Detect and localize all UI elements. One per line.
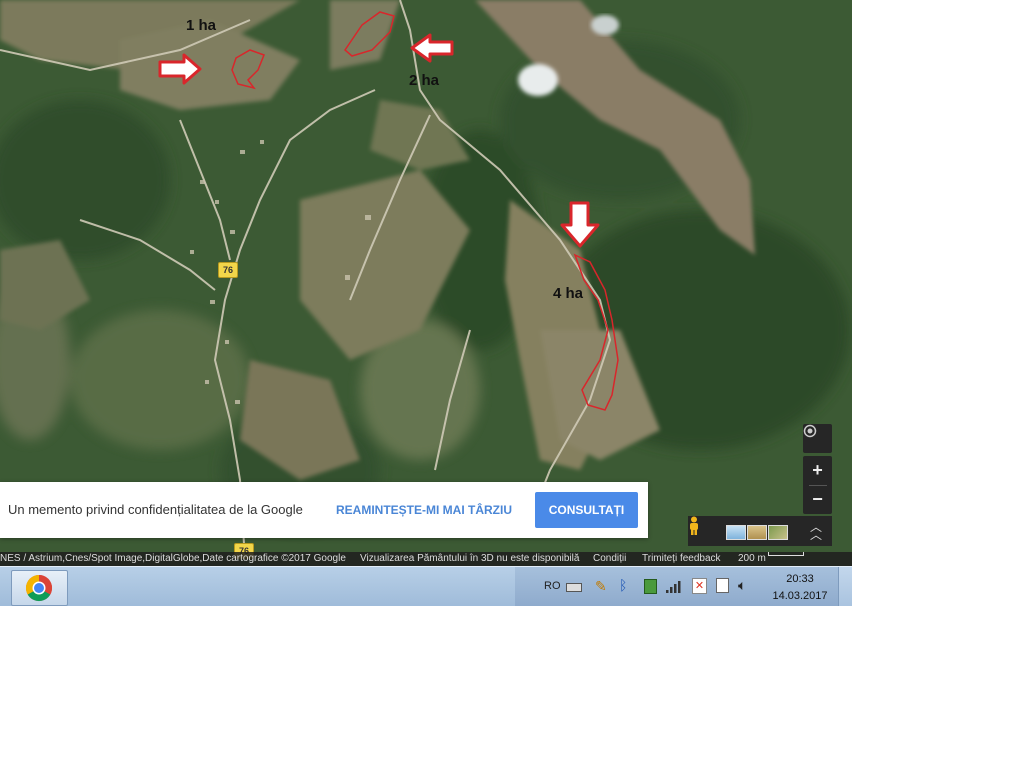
chrome-taskbar-button[interactable] bbox=[11, 570, 68, 606]
zoom-controls: + − bbox=[803, 456, 832, 514]
area-label-4ha: 4 ha bbox=[553, 285, 584, 302]
clipboard-icon[interactable] bbox=[716, 578, 729, 593]
attribution-bar: NES / Astrium,Cnes/Spot Image,DigitalGlo… bbox=[0, 552, 852, 566]
remind-later-button[interactable]: REAMINTEȘTE-MI MAI TÂRZIU bbox=[330, 496, 518, 524]
clock-date[interactable]: 14.03.2017 bbox=[770, 590, 830, 602]
map-type-thumbnail-terrain[interactable] bbox=[747, 525, 767, 540]
area-label-1ha: 1 ha bbox=[186, 17, 217, 34]
map-type-thumbnail-earth[interactable] bbox=[768, 525, 788, 540]
terms-link[interactable]: Condiții bbox=[593, 552, 626, 566]
bluetooth-icon[interactable]: ᛒ bbox=[619, 577, 627, 593]
privacy-reminder-text: Un memento privind confidențialitatea de… bbox=[8, 502, 303, 517]
pegman-icon[interactable] bbox=[688, 516, 700, 536]
pen-icon[interactable]: ✎ bbox=[595, 578, 607, 595]
scale-label[interactable]: 200 m bbox=[738, 552, 766, 566]
road-number-badge: 76 bbox=[218, 262, 238, 278]
action-center-flag-icon[interactable]: ✕ bbox=[692, 578, 707, 594]
signal-strength-icon[interactable] bbox=[666, 581, 682, 593]
send-feedback-link[interactable]: Trimiteți feedback bbox=[642, 552, 721, 566]
zoom-out-button[interactable]: − bbox=[803, 486, 832, 515]
area-label-2ha: 2 ha bbox=[409, 72, 440, 89]
taskbar: RO ✎ ᛒ ✕ 🔈︎ 20:33 14.03.2017 bbox=[0, 566, 852, 606]
zoom-in-button[interactable]: + bbox=[803, 456, 832, 485]
privacy-reminder-card: Un memento privind confidențialitatea de… bbox=[0, 482, 648, 538]
map-type-thumbnail-sky[interactable] bbox=[726, 525, 746, 540]
volume-icon[interactable]: 🔈︎ bbox=[738, 577, 746, 594]
keyboard-icon[interactable] bbox=[566, 583, 582, 592]
layers-bar: ︿ ︿ bbox=[688, 516, 832, 546]
satellite-map[interactable]: 1 ha 2 ha 4 ha 76 76 Un memento privind … bbox=[0, 0, 852, 566]
scale-bar bbox=[768, 552, 804, 556]
expand-chevron-icon[interactable]: ︿ ︿ bbox=[810, 521, 822, 541]
imagery-attribution: NES / Astrium,Cnes/Spot Image,DigitalGlo… bbox=[0, 553, 346, 564]
my-location-button[interactable] bbox=[803, 424, 832, 453]
consult-button[interactable]: CONSULTAȚI bbox=[535, 492, 638, 528]
chrome-icon bbox=[25, 574, 53, 602]
screen: 1 ha 2 ha 4 ha 76 76 Un memento privind … bbox=[0, 0, 852, 606]
plus-icon: + bbox=[812, 459, 823, 480]
show-desktop-button[interactable] bbox=[838, 567, 852, 606]
device-icon[interactable] bbox=[644, 579, 657, 594]
my-location-icon bbox=[803, 424, 817, 438]
earth-3d-unavailable-note: Vizualizarea Pământului în 3D nu este di… bbox=[360, 553, 580, 564]
minus-icon: − bbox=[812, 489, 823, 510]
language-indicator[interactable]: RO bbox=[544, 580, 561, 592]
clock-time[interactable]: 20:33 bbox=[770, 573, 830, 585]
